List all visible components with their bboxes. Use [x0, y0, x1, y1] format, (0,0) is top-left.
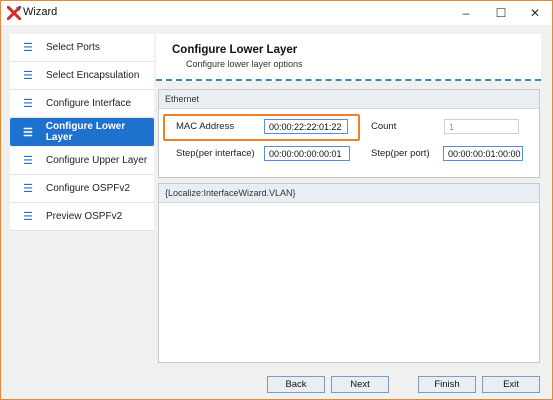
vlan-group: {Localize:InterfaceWizard.VLAN} [158, 183, 540, 363]
list-icon: ☰ [23, 42, 33, 54]
mac-address-input[interactable]: 00:00:22:22:01:22 [264, 119, 348, 134]
minimize-button[interactable]: – [449, 1, 483, 25]
sidebar-item-preview-ospfv2[interactable]: ☰ Preview OSPFv2 [10, 203, 154, 231]
sidebar-item-configure-ospfv2[interactable]: ☰ Configure OSPFv2 [10, 175, 154, 203]
page-subtitle: Configure lower layer options [186, 59, 303, 69]
step-per-interface-input[interactable]: 00:00:00:00:00:01 [264, 146, 350, 161]
sidebar-item-label: Select Encapsulation [46, 70, 140, 81]
page-title: Configure Lower Layer [172, 44, 298, 56]
maximize-button[interactable]: ☐ [484, 1, 518, 25]
sidebar-item-select-ports[interactable]: ☰ Select Ports [10, 34, 154, 62]
x-logo-icon [7, 6, 21, 20]
count-label: Count [371, 121, 397, 132]
ethernet-group-title: Ethernet [159, 90, 539, 109]
main-content: Configure Lower Layer Configure lower la… [156, 34, 541, 364]
page-header: Configure Lower Layer Configure lower la… [156, 34, 541, 81]
count-input[interactable]: 1 [444, 119, 519, 134]
list-icon: ☰ [23, 155, 33, 167]
sidebar-item-label: Configure Lower Layer [45, 121, 126, 143]
sidebar-item-configure-upper-layer[interactable]: ☰ Configure Upper Layer [10, 147, 154, 175]
list-icon: ☰ [23, 183, 33, 195]
sidebar-item-label: Configure Upper Layer [46, 155, 148, 166]
sidebar-item-label: Configure Interface [46, 98, 132, 109]
finish-button[interactable]: Finish [418, 376, 476, 393]
back-button[interactable]: Back [267, 376, 325, 393]
sidebar-item-configure-interface[interactable]: ☰ Configure Interface [10, 90, 154, 118]
sidebar-item-label: Select Ports [46, 42, 100, 53]
step-per-port-input[interactable]: 00:00:00:01:00:00 [443, 146, 523, 161]
mac-address-label: MAC Address [176, 121, 235, 132]
list-icon: ☰ [23, 98, 33, 110]
wizard-window: Wizard – ☐ ✕ ☰ Select Ports ☰ Select Enc… [0, 0, 553, 400]
step-per-port-label: Step(per port) [371, 148, 430, 159]
sidebar-item-configure-lower-layer[interactable]: ☰ Configure Lower Layer [10, 118, 154, 146]
window-title: Wizard [23, 6, 58, 18]
list-icon: ☰ [23, 211, 33, 223]
list-icon: ☰ [22, 126, 33, 139]
ethernet-group: Ethernet MAC Address 00:00:22:22:01:22 C… [158, 89, 540, 178]
step-per-interface-label: Step(per interface) [176, 148, 255, 159]
sidebar-item-label: Preview OSPFv2 [46, 211, 123, 222]
list-icon: ☰ [23, 70, 33, 82]
exit-button[interactable]: Exit [482, 376, 540, 393]
next-button[interactable]: Next [331, 376, 389, 393]
vlan-group-title: {Localize:InterfaceWizard.VLAN} [159, 184, 539, 203]
sidebar-item-label: Configure OSPFv2 [46, 183, 130, 194]
sidebar-item-select-encapsulation[interactable]: ☰ Select Encapsulation [10, 62, 154, 90]
wizard-steps-sidebar: ☰ Select Ports ☰ Select Encapsulation ☰ … [10, 34, 154, 364]
close-button[interactable]: ✕ [518, 1, 552, 25]
title-bar: Wizard – ☐ ✕ [1, 1, 552, 25]
